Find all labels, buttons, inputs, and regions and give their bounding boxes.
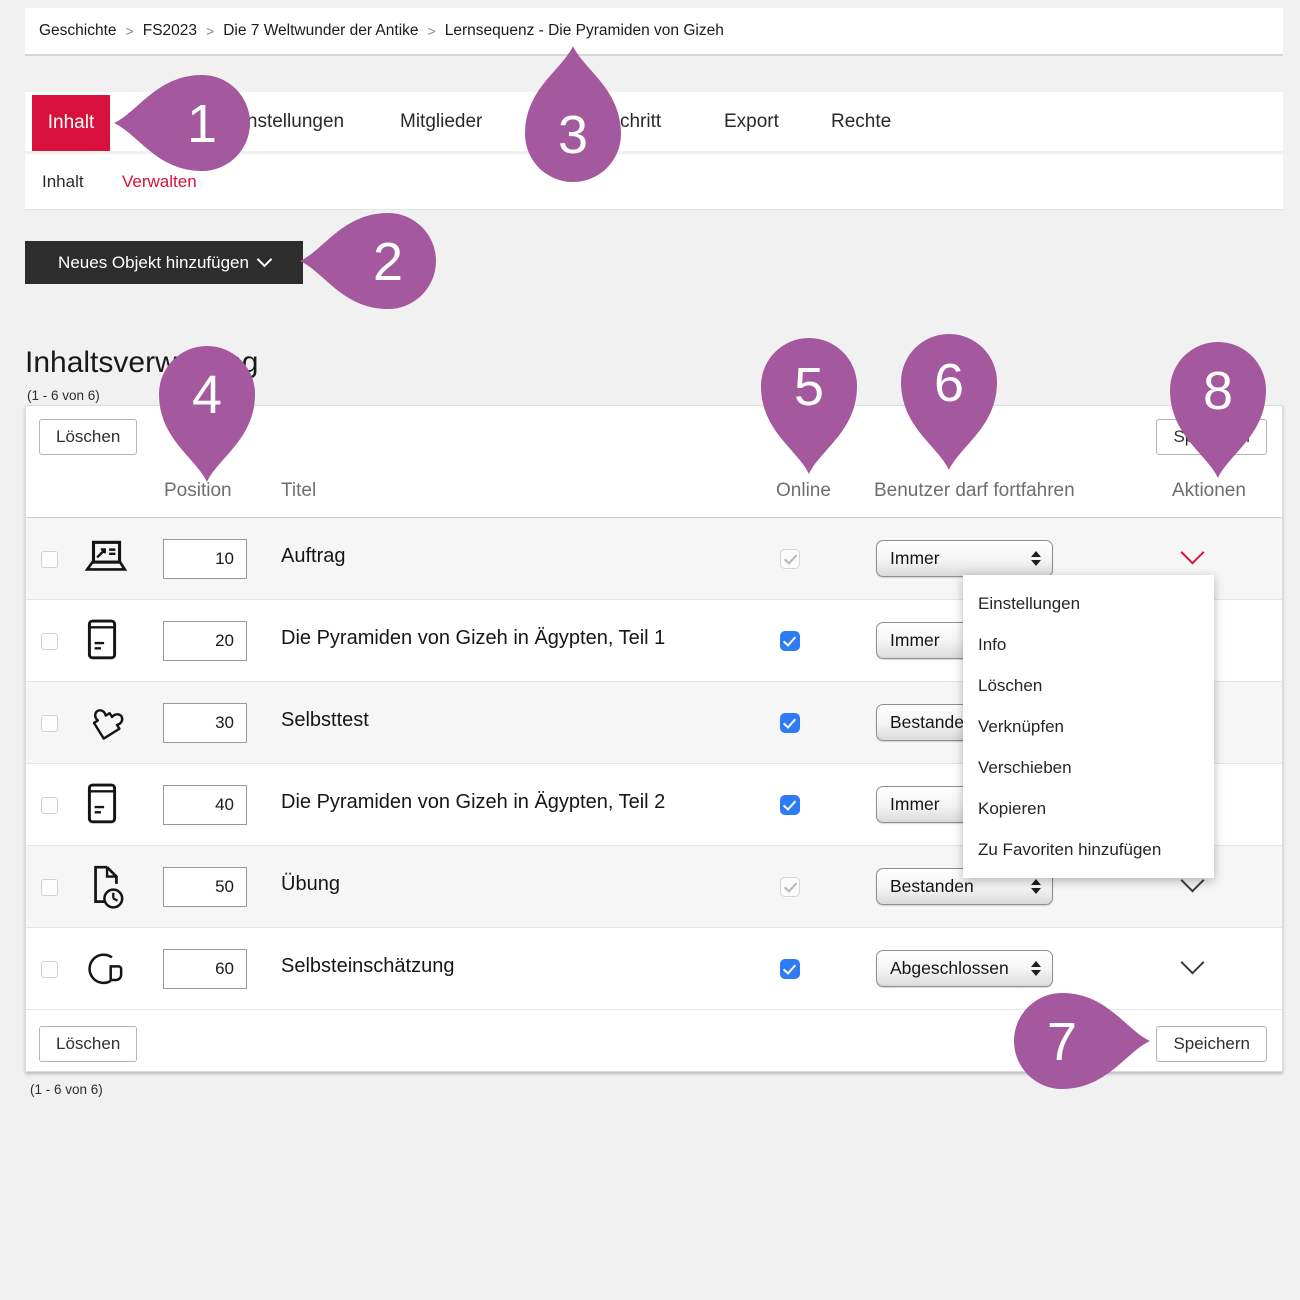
result-count-top: (1 - 6 von 6) xyxy=(27,388,100,403)
item-title: Auftrag xyxy=(281,545,345,568)
actions-dropdown-menu: Einstellungen Info Löschen Verknüpfen Ve… xyxy=(963,575,1214,878)
menu-item-verschieben[interactable]: Verschieben xyxy=(963,747,1214,788)
row-select-checkbox[interactable] xyxy=(41,551,58,568)
svg-text:5: 5 xyxy=(794,357,824,417)
delete-button-bottom[interactable]: Löschen xyxy=(39,1026,137,1062)
menu-item-verknuepfen[interactable]: Verknüpfen xyxy=(963,706,1214,747)
tab-export[interactable]: Export xyxy=(724,111,779,133)
select-stepper-icon xyxy=(1031,551,1041,566)
menu-item-info[interactable]: Info xyxy=(963,624,1214,665)
add-object-button-label: Neues Objekt hinzufügen xyxy=(58,253,249,273)
continue-select-value: Immer xyxy=(890,548,940,569)
online-checkbox[interactable] xyxy=(780,959,800,979)
breadcrumb-separator-icon: > xyxy=(428,23,436,39)
chevron-down-icon xyxy=(257,252,273,268)
position-input[interactable] xyxy=(163,949,247,989)
annotation-marker-7: 7 xyxy=(1012,991,1150,1091)
column-header-title: Titel xyxy=(281,480,316,502)
annotation-marker-6: 6 xyxy=(899,332,999,470)
svg-text:8: 8 xyxy=(1203,361,1233,421)
position-input[interactable] xyxy=(163,867,247,907)
item-title: Selbsttest xyxy=(281,709,369,732)
position-input[interactable] xyxy=(163,539,247,579)
continue-select-value: Immer xyxy=(890,630,940,651)
column-header-online: Online xyxy=(776,480,831,502)
breadcrumb-item[interactable]: Geschichte xyxy=(39,22,117,40)
breadcrumb-item-current[interactable]: Lernsequenz - Die Pyramiden von Gizeh xyxy=(445,22,724,40)
item-title: Übung xyxy=(281,873,340,896)
column-header-continue: Benutzer darf fortfahren xyxy=(874,480,1075,502)
actions-chevron-icon[interactable] xyxy=(1180,540,1204,564)
add-object-button[interactable]: Neues Objekt hinzufügen xyxy=(25,241,303,284)
item-title: Selbsteinschätzung xyxy=(281,955,454,978)
svg-text:3: 3 xyxy=(558,105,588,165)
column-header-actions: Aktionen xyxy=(1172,480,1246,502)
select-stepper-icon xyxy=(1031,879,1041,894)
learning-module-icon xyxy=(81,617,123,665)
online-checkbox-disabled xyxy=(780,549,800,569)
pie-chart-icon xyxy=(81,945,131,993)
svg-text:7: 7 xyxy=(1047,1012,1077,1072)
position-input[interactable] xyxy=(163,703,247,743)
menu-item-kopieren[interactable]: Kopieren xyxy=(963,788,1214,829)
laptop-presentation-icon xyxy=(81,535,131,583)
breadcrumb-separator-icon: > xyxy=(126,23,134,39)
delete-button-top[interactable]: Löschen xyxy=(39,419,137,455)
row-select-checkbox[interactable] xyxy=(41,633,58,650)
tab-mitglieder[interactable]: Mitglieder xyxy=(400,111,482,133)
annotation-marker-5: 5 xyxy=(759,336,859,474)
svg-text:4: 4 xyxy=(192,365,222,425)
continue-select[interactable]: Immer xyxy=(876,540,1053,577)
continue-select-value: Bestanden xyxy=(890,876,974,897)
row-select-checkbox[interactable] xyxy=(41,961,58,978)
breadcrumb: Geschichte > FS2023 > Die 7 Weltwunder d… xyxy=(25,8,1283,56)
svg-text:2: 2 xyxy=(373,232,403,292)
breadcrumb-item[interactable]: Die 7 Weltwunder der Antike xyxy=(223,22,418,40)
select-stepper-icon xyxy=(1031,961,1041,976)
item-title: Die Pyramiden von Gizeh in Ägypten, Teil… xyxy=(281,791,665,814)
continue-select-value: Bestanden xyxy=(890,712,974,733)
online-checkbox[interactable] xyxy=(780,631,800,651)
result-count-bottom: (1 - 6 von 6) xyxy=(30,1082,103,1097)
online-checkbox[interactable] xyxy=(780,713,800,733)
annotation-marker-1: 1 xyxy=(114,73,252,173)
annotation-marker-2: 2 xyxy=(300,211,438,311)
row-select-checkbox[interactable] xyxy=(41,715,58,732)
save-button-bottom[interactable]: Speichern xyxy=(1156,1026,1267,1062)
annotation-marker-3: 3 xyxy=(523,46,623,184)
continue-select-value: Immer xyxy=(890,794,940,815)
menu-item-loeschen[interactable]: Löschen xyxy=(963,665,1214,706)
learning-module-icon xyxy=(81,781,123,829)
svg-text:1: 1 xyxy=(187,94,217,154)
breadcrumb-item[interactable]: FS2023 xyxy=(143,22,197,40)
online-checkbox-disabled xyxy=(780,877,800,897)
online-checkbox[interactable] xyxy=(780,795,800,815)
row-select-checkbox[interactable] xyxy=(41,879,58,896)
position-input[interactable] xyxy=(163,785,247,825)
position-input[interactable] xyxy=(163,621,247,661)
item-title: Die Pyramiden von Gizeh in Ägypten, Teil… xyxy=(281,627,665,650)
subtab-inhalt[interactable]: Inhalt xyxy=(42,172,84,192)
page-clock-icon xyxy=(81,863,131,911)
row-select-checkbox[interactable] xyxy=(41,797,58,814)
tab-inhalt[interactable]: Inhalt xyxy=(32,95,110,151)
svg-text:6: 6 xyxy=(934,353,964,413)
menu-item-einstellungen[interactable]: Einstellungen xyxy=(963,583,1214,624)
tab-rechte[interactable]: Rechte xyxy=(831,111,891,133)
puzzle-icon xyxy=(81,699,131,747)
menu-item-zu-favoriten[interactable]: Zu Favoriten hinzufügen xyxy=(963,829,1214,870)
annotation-marker-4: 4 xyxy=(157,344,257,482)
annotation-marker-8: 8 xyxy=(1168,340,1268,478)
continue-select[interactable]: Abgeschlossen xyxy=(876,950,1053,987)
subtab-verwalten[interactable]: Verwalten xyxy=(122,172,197,192)
breadcrumb-separator-icon: > xyxy=(206,23,214,39)
continue-select-value: Abgeschlossen xyxy=(890,958,1009,979)
actions-chevron-icon[interactable] xyxy=(1180,950,1204,974)
column-header-position: Position xyxy=(164,480,232,502)
